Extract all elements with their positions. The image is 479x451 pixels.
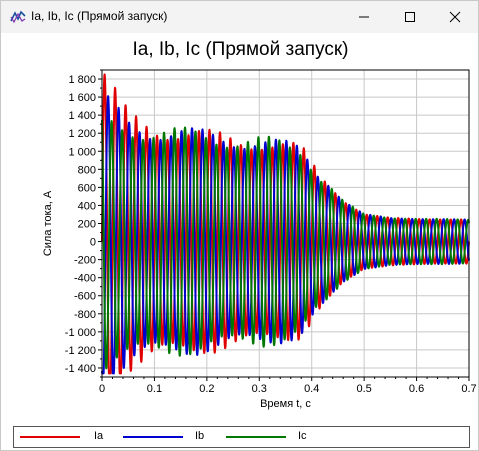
x-tick-label: 0.3 xyxy=(252,383,267,395)
legend: Ia Ib Ic xyxy=(13,426,470,448)
y-tick-label: 600 xyxy=(78,182,96,194)
x-tick-label: 0.1 xyxy=(147,383,162,395)
x-tick-label: 0.5 xyxy=(356,383,371,395)
legend-swatch-ic xyxy=(226,436,286,438)
x-tick-label: 0.7 xyxy=(461,383,476,395)
y-tick-label: 1 600 xyxy=(68,92,96,104)
app-window: Ia, Ib, Ic (Прямой запуск) Ia, Ib, Ic (П… xyxy=(0,0,479,451)
x-tick-label: 0.6 xyxy=(409,383,424,395)
y-tick-label: 0 xyxy=(90,237,96,249)
y-tick-label: 1 200 xyxy=(68,128,96,140)
x-tick-label: 0.2 xyxy=(199,383,214,395)
y-tick-label: -600 xyxy=(74,291,96,303)
legend-label-ib: Ib xyxy=(195,430,205,442)
x-tick-label: 0.4 xyxy=(304,383,319,395)
y-tick-label: -400 xyxy=(74,273,96,285)
chart-plot: 0 0.1 0.2 0.3 0.4 0.5 0.6 0.7 -1 400 -1 200 -1 000… xyxy=(42,69,477,410)
legend-label-ic: Ic xyxy=(298,430,307,442)
y-tick-label: 200 xyxy=(78,219,96,231)
y-tick-label: 1 400 xyxy=(68,110,96,122)
y-axis-label: Сила тока, А xyxy=(42,190,54,256)
legend-swatch-ib xyxy=(123,436,183,438)
y-tick-label: -200 xyxy=(74,255,96,267)
y-tick-label: 1 800 xyxy=(68,74,96,86)
y-tick-label: -1 000 xyxy=(65,327,96,339)
x-axis-label: Время t, c xyxy=(260,398,311,410)
y-tick-label: 400 xyxy=(78,200,96,212)
y-tick-label: 1 000 xyxy=(68,146,96,158)
x-tick-label: 0 xyxy=(99,383,105,395)
legend-label-ia: Ia xyxy=(94,430,104,442)
y-tick-label: -1 200 xyxy=(65,345,96,357)
y-tick-label: 800 xyxy=(78,164,96,176)
legend-swatch-ia xyxy=(20,436,80,438)
y-tick-label: -800 xyxy=(74,309,96,321)
y-tick-label: -1 400 xyxy=(65,363,96,375)
